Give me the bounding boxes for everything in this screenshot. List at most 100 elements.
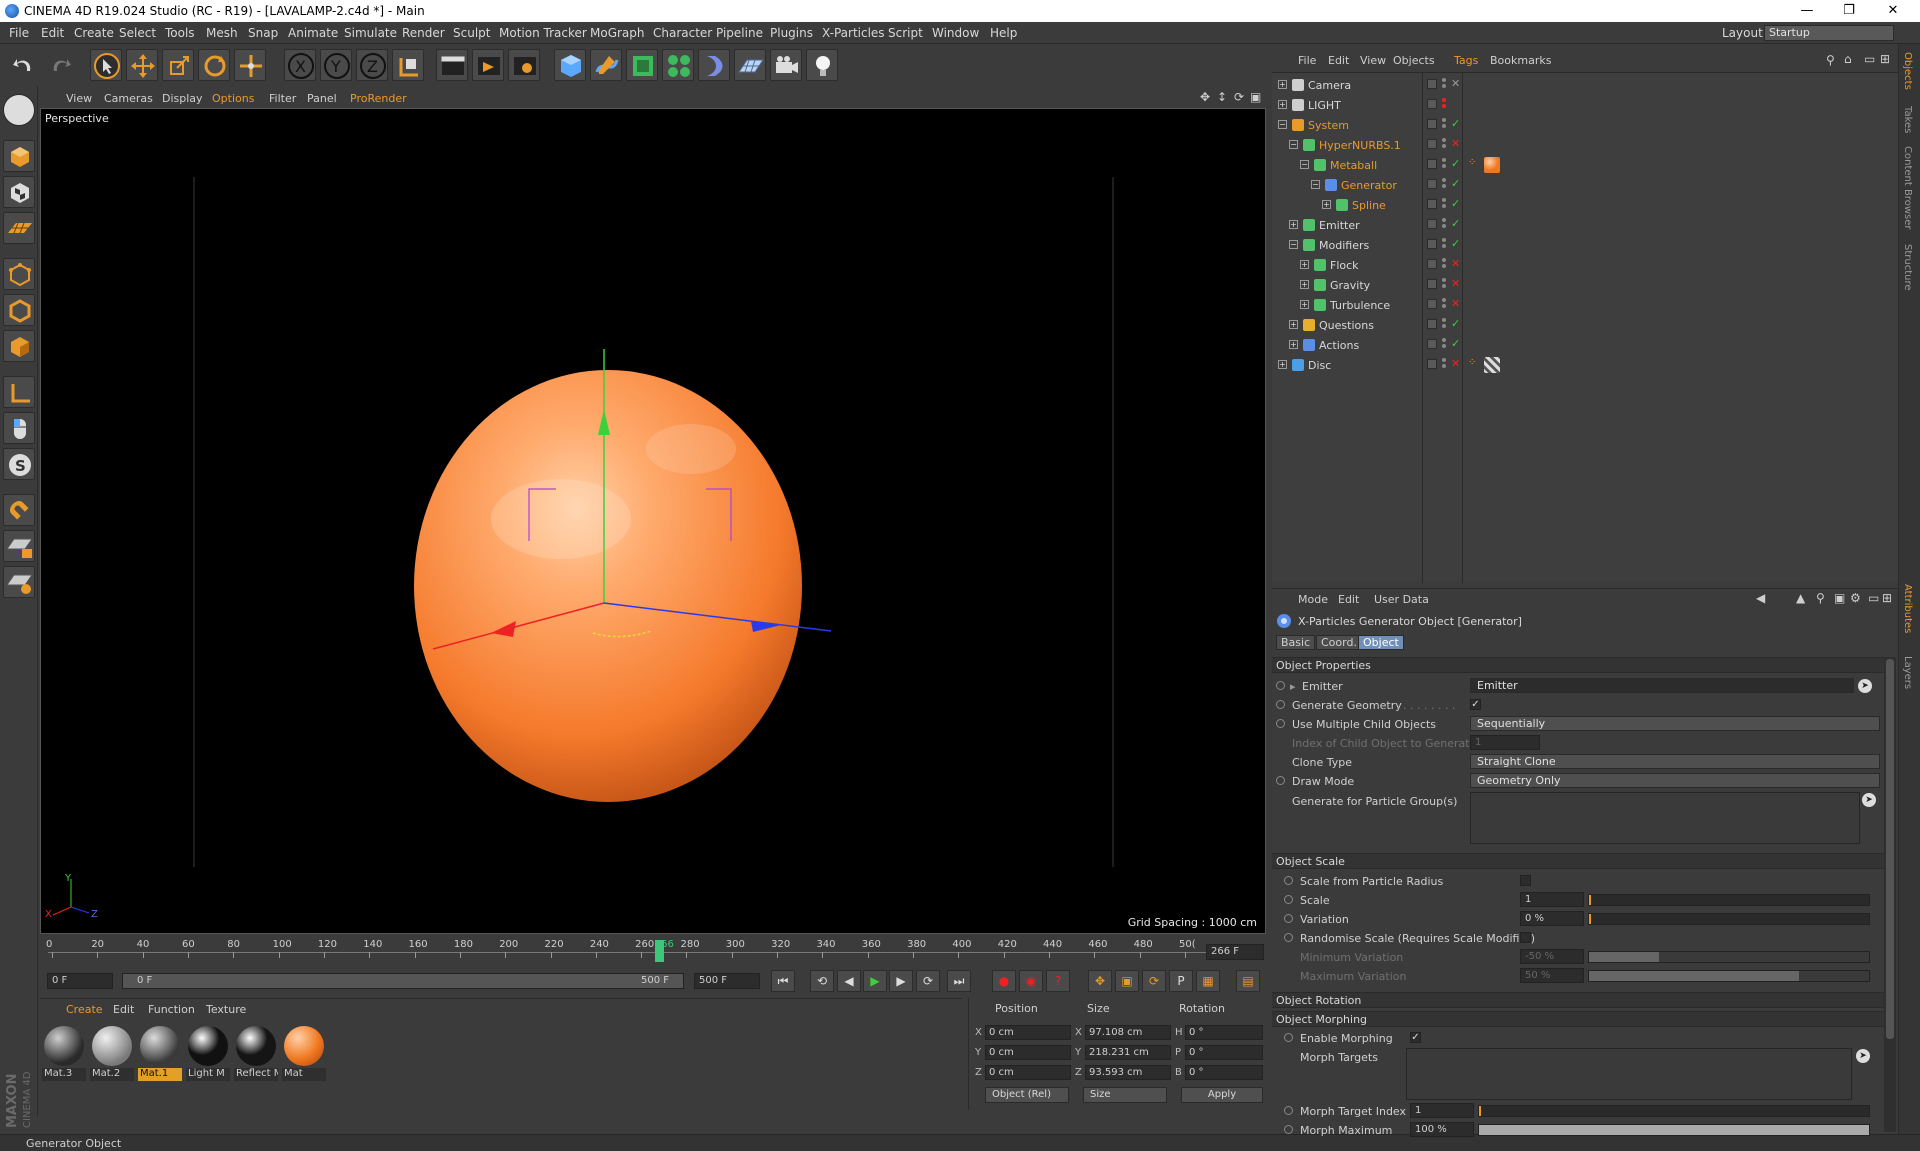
object-row[interactable]: − Generator ✓ [1272, 175, 1898, 195]
viewport-zoom-icon[interactable]: ↕ [1217, 90, 1227, 104]
edges-mode-icon[interactable] [3, 294, 35, 326]
key-scale-icon[interactable]: ▣ [1115, 970, 1139, 992]
menu-create[interactable]: Create [74, 26, 114, 40]
light-icon[interactable] [806, 49, 838, 81]
disabled-cross-icon[interactable]: ✕ [1451, 298, 1460, 310]
disabled-cross-icon[interactable]: ✕ [1451, 258, 1460, 270]
phong-tag-icon[interactable]: ⁘ [1468, 357, 1484, 373]
menu-plugins[interactable]: Plugins [770, 26, 813, 40]
menu-window[interactable]: Window [932, 26, 979, 40]
generate-geometry-checkbox[interactable]: ✓ [1470, 699, 1481, 710]
clone-type-dropdown[interactable]: Straight Clone [1470, 754, 1880, 769]
variation-field[interactable]: 0 % [1520, 911, 1584, 926]
disabled-cross-icon[interactable]: ✕ [1451, 138, 1460, 150]
am-lock-icon[interactable]: ▣ [1834, 591, 1845, 605]
go-to-start-icon[interactable]: ⏮ [771, 970, 795, 992]
material-swatch[interactable]: Light M [186, 1024, 230, 1082]
visibility-dots-icon[interactable] [1442, 178, 1447, 190]
menu-mograph[interactable]: MoGraph [590, 26, 645, 40]
layer-icon[interactable] [1427, 119, 1437, 129]
animate-radio[interactable] [1284, 1125, 1293, 1134]
viewport-menu-options[interactable]: Options [212, 92, 254, 105]
object-row[interactable]: + LIGHT [1272, 95, 1898, 115]
material-menu-create[interactable]: Create [66, 1003, 103, 1016]
rotation-h-field[interactable]: 0 ° [1185, 1025, 1263, 1040]
material-tag-icon[interactable] [1484, 357, 1500, 373]
y-axis-lock-icon[interactable]: Y [320, 49, 352, 81]
om-menu-bookmarks[interactable]: Bookmarks [1490, 54, 1551, 67]
scale-tool-icon[interactable] [162, 49, 194, 81]
scale-slider[interactable] [1588, 894, 1870, 906]
viewport-menu-prorender[interactable]: ProRender [350, 92, 407, 105]
tree-expand-icon[interactable]: + [1289, 320, 1298, 329]
scale-field[interactable]: 1 [1520, 892, 1584, 907]
visibility-dots-icon[interactable] [1442, 358, 1447, 370]
cube-icon[interactable] [554, 49, 586, 81]
particle-groups-list[interactable] [1470, 792, 1860, 844]
material-menu-function[interactable]: Function [148, 1003, 195, 1016]
section-object-morphing[interactable]: Object Morphing [1272, 1011, 1884, 1027]
visibility-dots-icon[interactable] [1442, 318, 1447, 330]
select-tool-icon[interactable] [90, 49, 122, 81]
material-swatch[interactable]: Mat.2 [90, 1024, 134, 1082]
menu-file[interactable]: File [9, 26, 29, 40]
floor-icon[interactable] [734, 49, 766, 81]
rotation-p-field[interactable]: 0 ° [1185, 1045, 1263, 1060]
morph-target-index-slider[interactable] [1478, 1105, 1870, 1117]
menu-snap[interactable]: Snap [248, 26, 278, 40]
visibility-dots-icon[interactable] [1442, 158, 1447, 170]
om-menu-view[interactable]: View [1360, 54, 1386, 67]
make-editable-icon[interactable] [3, 94, 35, 126]
layer-icon[interactable] [1427, 279, 1437, 289]
tree-expand-icon[interactable]: + [1322, 200, 1331, 209]
animate-radio[interactable] [1276, 700, 1285, 709]
key-parameter-icon[interactable]: P [1169, 970, 1193, 992]
viewport-layout-icon[interactable]: ▣ [1250, 90, 1261, 104]
enabled-check-icon[interactable]: ✓ [1451, 338, 1460, 350]
om-menu-tags[interactable]: Tags [1454, 54, 1478, 67]
next-frame-icon[interactable]: ▶ [889, 970, 913, 992]
menu-edit[interactable]: Edit [41, 26, 64, 40]
om-menu-file[interactable]: File [1298, 54, 1316, 67]
list-pick-icon[interactable]: ➤ [1862, 793, 1876, 807]
coordinate-system-icon[interactable] [392, 49, 424, 81]
object-row[interactable]: + Camera ✕ [1272, 75, 1898, 95]
animate-radio[interactable] [1284, 933, 1293, 942]
apply-button[interactable]: Apply [1181, 1087, 1263, 1103]
visibility-dots-icon[interactable] [1442, 218, 1447, 230]
variation-slider[interactable] [1588, 913, 1870, 925]
object-row[interactable]: − System ✓ [1272, 115, 1898, 135]
am-menu-mode[interactable]: Mode [1298, 593, 1328, 606]
am-search-icon[interactable]: ⚲ [1816, 591, 1825, 605]
visibility-dots-icon[interactable] [1442, 338, 1447, 350]
planar-workplane-icon[interactable] [3, 566, 35, 598]
menu-animate[interactable]: Animate [288, 26, 338, 40]
tree-expand-icon[interactable]: + [1278, 360, 1287, 369]
visibility-dots-icon[interactable] [1442, 278, 1447, 290]
deformer-icon[interactable] [698, 49, 730, 81]
disabled-cross-icon[interactable]: ✕ [1451, 278, 1460, 290]
tree-expand-icon[interactable]: − [1311, 180, 1320, 189]
polygons-mode-icon[interactable] [3, 330, 35, 362]
tweak-mode-icon[interactable] [3, 412, 35, 444]
am-settings-icon[interactable]: ⚙ [1850, 591, 1861, 605]
live-selection-icon[interactable] [234, 49, 266, 81]
snap-icon[interactable] [3, 494, 35, 526]
prev-key-icon[interactable]: ⟲ [810, 970, 834, 992]
position-y-field[interactable]: 0 cm [985, 1045, 1071, 1060]
visibility-dots-icon[interactable] [1442, 78, 1447, 90]
texture-mode-icon[interactable] [3, 176, 35, 208]
prev-frame-icon[interactable]: ◀ [837, 970, 861, 992]
section-object-rotation[interactable]: Object Rotation [1272, 992, 1884, 1008]
material-swatch[interactable]: Mat.3 [42, 1024, 86, 1082]
position-x-field[interactable]: 0 cm [985, 1025, 1071, 1040]
tree-expand-icon[interactable]: + [1300, 280, 1309, 289]
animate-radio[interactable] [1276, 719, 1285, 728]
randomise-scale-checkbox[interactable] [1520, 932, 1531, 943]
rotation-b-field[interactable]: 0 ° [1185, 1065, 1263, 1080]
enable-morphing-checkbox[interactable]: ✓ [1410, 1032, 1421, 1043]
enabled-check-icon[interactable]: ✓ [1451, 158, 1460, 170]
morph-target-index-field[interactable]: 1 [1410, 1103, 1474, 1118]
material-menu-texture[interactable]: Texture [206, 1003, 246, 1016]
visibility-dots-icon[interactable] [1442, 238, 1447, 250]
